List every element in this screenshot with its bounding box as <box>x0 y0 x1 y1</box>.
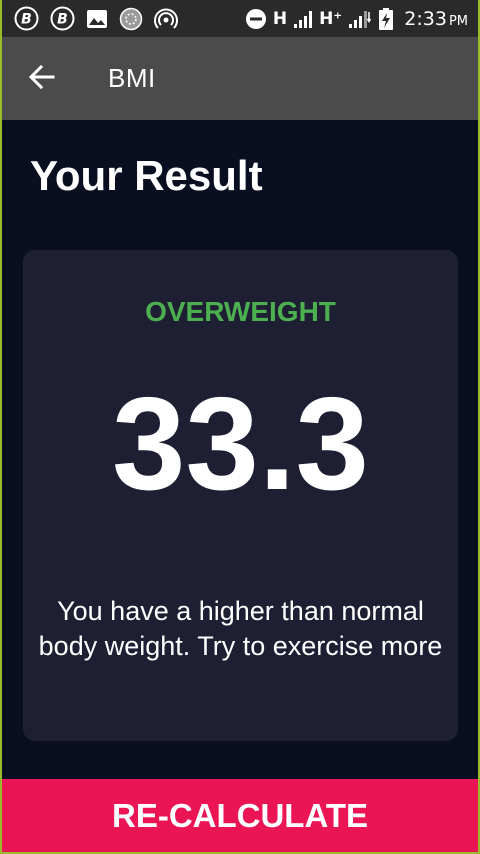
app-bar: BMI <box>2 37 478 120</box>
notification-icons: B B <box>14 6 178 31</box>
do-not-disturb-icon <box>245 8 267 30</box>
arrow-back-icon <box>28 64 55 95</box>
result-interpretation: You have a higher than normal body weigh… <box>38 596 443 661</box>
result-card: OVERWEIGHT 33.3 You have a higher than n… <box>23 250 458 741</box>
battery-charging-icon <box>378 7 394 31</box>
svg-text:B: B <box>21 12 32 28</box>
settings-round-icon <box>119 7 143 31</box>
back-button[interactable] <box>22 59 62 99</box>
clock-time: 2:33 <box>404 7 447 30</box>
signal-icon <box>293 9 313 29</box>
bitcoin-icon: B <box>50 6 75 31</box>
network-type-label: H <box>272 8 288 29</box>
bitcoin-icon: B <box>14 6 39 31</box>
clock-ampm: PM <box>448 13 468 29</box>
image-icon <box>86 8 108 30</box>
signal-icon <box>348 9 372 29</box>
clock: 2:33 PM <box>404 8 468 30</box>
system-icons: H H⁺ 2:33 PM <box>245 6 468 31</box>
bmi-value: 33.3 <box>112 370 369 517</box>
app-title: BMI <box>108 63 156 93</box>
recalculate-button[interactable]: RE-CALCULATE <box>2 779 478 852</box>
screen: B B H H⁺ 2:33 PM BMI Your Result OVERWEI… <box>2 0 478 852</box>
page-title: Your Result <box>30 152 263 199</box>
hotspot-icon <box>154 7 178 31</box>
status-bar: B B H H⁺ 2:33 PM <box>2 0 478 37</box>
result-status: OVERWEIGHT <box>145 296 336 327</box>
recalculate-label: RE-CALCULATE <box>111 796 369 834</box>
svg-text:B: B <box>57 12 68 28</box>
network-type-label: H⁺ <box>319 8 343 29</box>
